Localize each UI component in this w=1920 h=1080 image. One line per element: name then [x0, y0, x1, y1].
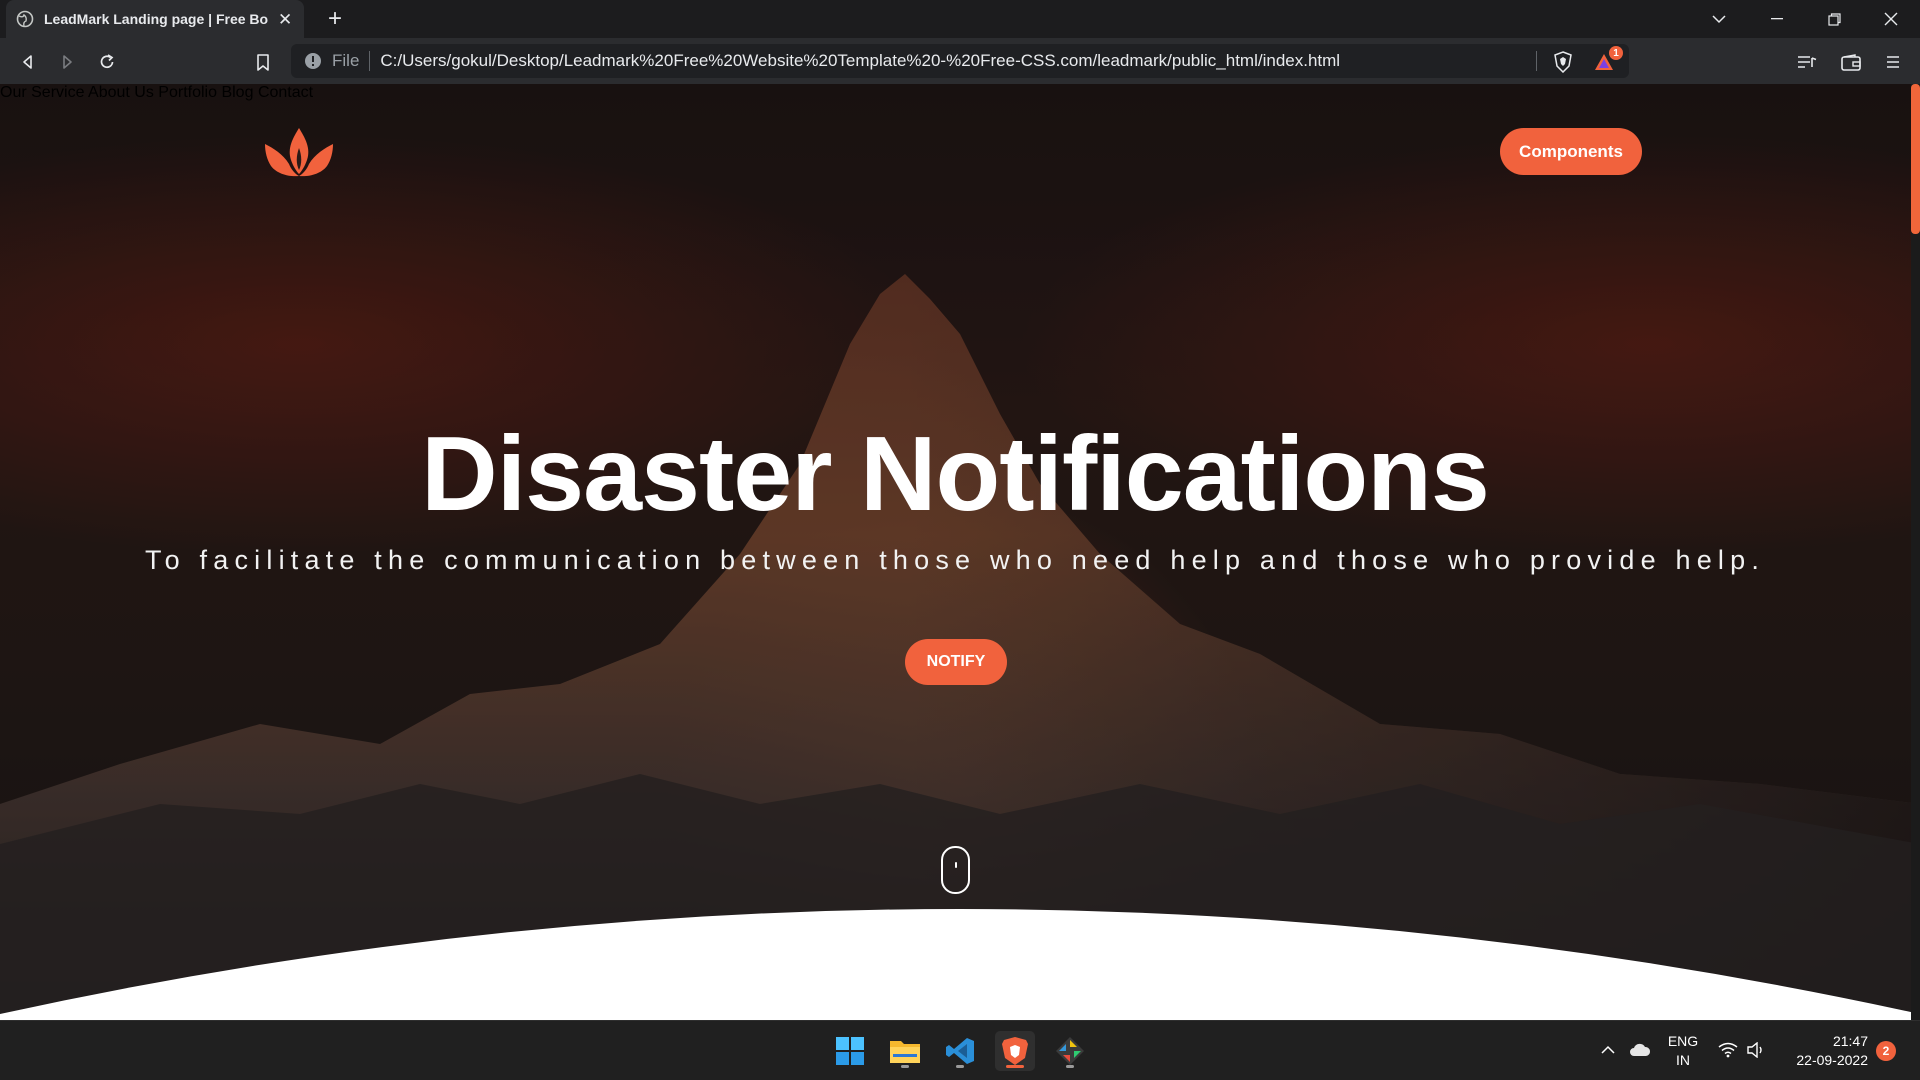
url-scheme-label: File [332, 51, 360, 70]
clock-date: 22-09-2022 [1796, 1052, 1868, 1068]
browser-tab[interactable]: LeadMark Landing page | Free Bo ✕ [6, 0, 304, 38]
mouse-wheel-indicator [955, 862, 957, 868]
browser-tab-bar: LeadMark Landing page | Free Bo ✕ + [0, 0, 1920, 38]
wallet-icon[interactable] [1838, 49, 1864, 75]
close-tab-icon[interactable]: ✕ [278, 11, 292, 28]
menu-icon[interactable] [1880, 49, 1906, 75]
scroll-down-mouse-icon[interactable] [941, 846, 970, 894]
address-divider [1536, 51, 1537, 71]
start-windows-icon[interactable] [830, 1031, 870, 1071]
region-code: IN [1676, 1052, 1690, 1068]
info-icon[interactable] [304, 52, 322, 70]
bookmark-icon[interactable] [250, 49, 276, 75]
globe-icon [16, 10, 34, 28]
vscode-icon[interactable] [940, 1031, 980, 1071]
hero-subtitle: To facilitate the communication between … [144, 545, 1766, 575]
tab-search-icon[interactable] [1691, 0, 1747, 38]
volume-icon[interactable] [1746, 1042, 1766, 1058]
page-scrollbar[interactable] [1911, 84, 1920, 1020]
wifi-icon[interactable] [1718, 1042, 1738, 1058]
back-button[interactable] [15, 49, 41, 75]
reload-button[interactable] [94, 49, 120, 75]
minimize-button[interactable] [1749, 0, 1805, 38]
brave-shields-icon[interactable] [1553, 51, 1573, 73]
scrollbar-thumb[interactable] [1911, 84, 1920, 234]
new-tab-button[interactable]: + [320, 4, 350, 34]
system-clock[interactable]: 21:47 22-09-2022 [1783, 1032, 1868, 1070]
url-text[interactable]: C:/Users/gokul/Desktop/Leadmark%20Free%2… [380, 51, 1340, 71]
landing-page: Our Service About Us Portfolio Blog Cont… [0, 84, 1920, 1020]
browser-toolbar: File C:/Users/gokul/Desktop/Leadmark%20F… [0, 38, 1920, 84]
shield-badge: 1 [1609, 46, 1623, 60]
running-indicator [1066, 1065, 1074, 1068]
notify-button[interactable]: NOTIFY [905, 639, 1007, 685]
playlist-icon[interactable] [1794, 49, 1820, 75]
windows-taskbar: ENG IN 21:47 22-09-2022 2 [0, 1020, 1920, 1080]
lotus-logo-icon[interactable] [263, 126, 335, 178]
hero-title: Disaster Notifications [421, 415, 1490, 533]
address-separator [369, 51, 371, 71]
tab-title: LeadMark Landing page | Free Bo [44, 11, 269, 27]
input-language[interactable]: ENG IN [1665, 1032, 1701, 1070]
restore-button[interactable] [1806, 0, 1862, 38]
running-indicator [901, 1065, 909, 1068]
app-diamond-icon[interactable] [1050, 1031, 1090, 1071]
onedrive-cloud-icon[interactable] [1629, 1043, 1651, 1057]
close-window-button[interactable] [1863, 0, 1919, 38]
file-explorer-icon[interactable] [885, 1031, 925, 1071]
components-button[interactable]: Components [1500, 128, 1642, 175]
forward-button[interactable] [54, 49, 80, 75]
chevron-up-icon[interactable] [1601, 1045, 1615, 1055]
clock-time: 21:47 [1832, 1033, 1868, 1049]
address-bar[interactable]: File C:/Users/gokul/Desktop/Leadmark%20F… [291, 44, 1629, 78]
brave-browser-icon[interactable] [995, 1031, 1035, 1071]
active-indicator [1006, 1065, 1024, 1068]
running-indicator [956, 1065, 964, 1068]
notification-count-badge[interactable]: 2 [1876, 1041, 1896, 1061]
language-code: ENG [1667, 1033, 1699, 1049]
